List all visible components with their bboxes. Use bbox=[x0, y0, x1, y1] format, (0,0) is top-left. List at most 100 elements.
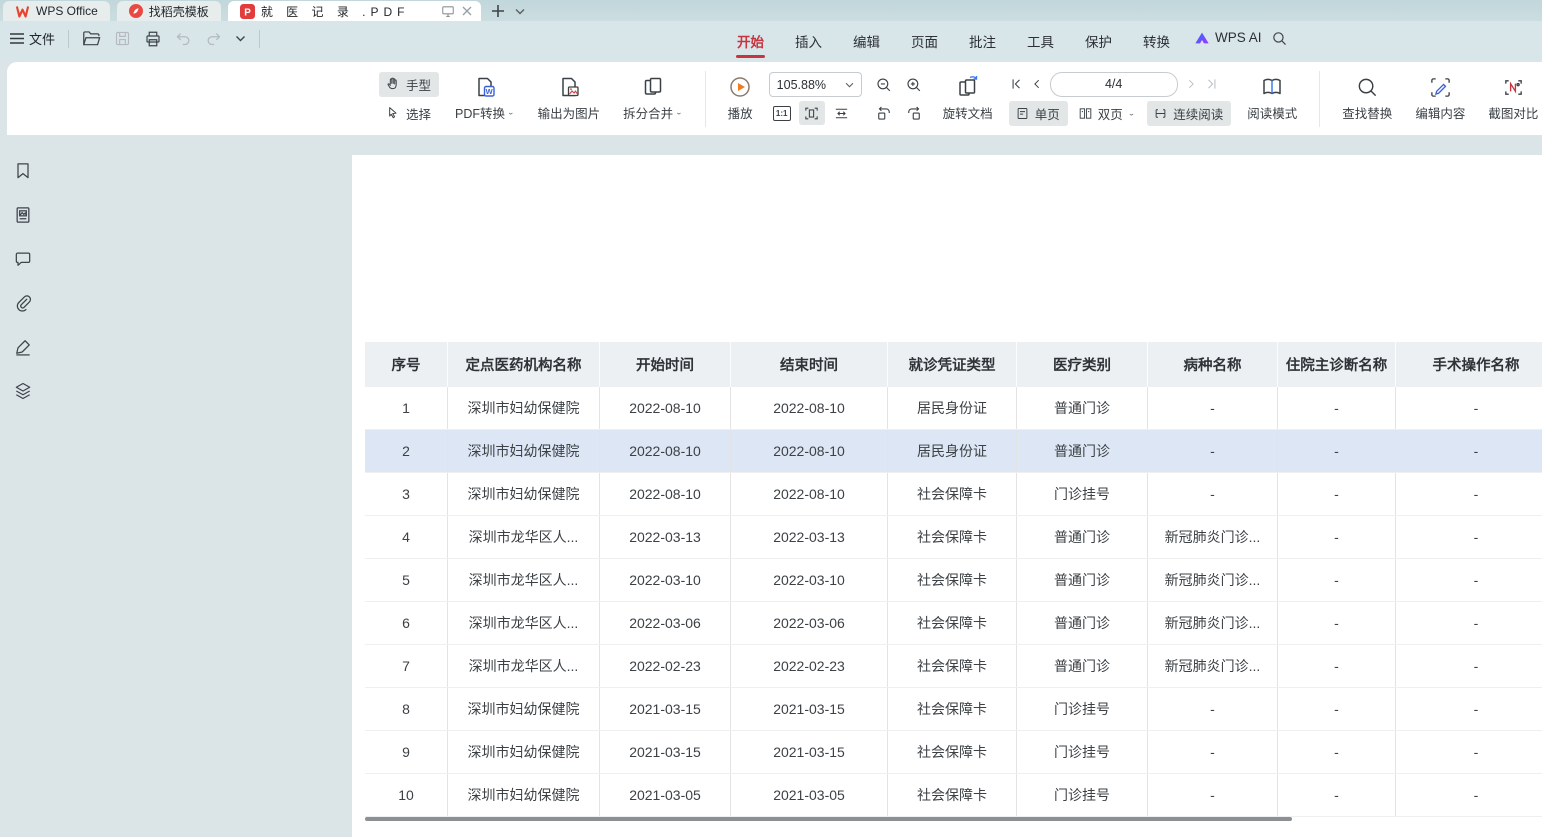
cell-start-date: 2022-08-10 bbox=[600, 387, 731, 429]
comment-icon[interactable] bbox=[11, 247, 35, 271]
thumbnails-icon[interactable] bbox=[11, 203, 35, 227]
cell-end-date: 2021-03-15 bbox=[731, 731, 888, 773]
bookmark-icon[interactable] bbox=[11, 159, 35, 183]
cell-end-date: 2022-03-10 bbox=[731, 559, 888, 601]
actual-size-button[interactable]: 1:1 bbox=[769, 101, 795, 125]
cell-institution: 深圳市妇幼保健院 bbox=[448, 387, 600, 429]
layers-icon[interactable] bbox=[11, 379, 35, 403]
rotate-left-button[interactable] bbox=[871, 101, 897, 125]
hand-tool-label: 手型 bbox=[406, 75, 431, 94]
find-replace-button[interactable]: 查找替换 bbox=[1335, 74, 1399, 124]
cell-credential-type: 居民身份证 bbox=[888, 430, 1017, 472]
cell-main-diagnosis: - bbox=[1278, 559, 1396, 601]
zoom-out-button[interactable] bbox=[871, 73, 897, 97]
tab-docer-templates[interactable]: 找稻壳模板 bbox=[117, 1, 221, 21]
file-menu-button[interactable]: 文件 bbox=[10, 29, 55, 48]
table-header-cell: 住院主诊断名称 bbox=[1278, 342, 1396, 387]
page-number-input[interactable] bbox=[1050, 72, 1178, 97]
double-page-icon bbox=[1078, 106, 1093, 121]
cell-end-date: 2022-08-10 bbox=[731, 387, 888, 429]
ribbon-tab[interactable]: 批注 bbox=[968, 28, 997, 59]
cell-disease-name: - bbox=[1148, 774, 1278, 816]
tab-list-chevron-icon[interactable] bbox=[515, 8, 525, 15]
edit-pencil-icon bbox=[1429, 76, 1452, 99]
fit-width-button[interactable] bbox=[829, 101, 855, 125]
table-header-cell: 医疗类别 bbox=[1017, 342, 1148, 387]
attachment-icon[interactable] bbox=[11, 291, 35, 315]
monitor-icon[interactable] bbox=[441, 5, 455, 18]
pdf-convert-button[interactable]: W PDF转换⌄ bbox=[448, 73, 522, 124]
table-row: 2 深圳市妇幼保健院 2022-08-10 2022-08-10 居民身份证 普… bbox=[365, 430, 1542, 473]
hand-tool-button[interactable]: 手型 bbox=[379, 72, 439, 97]
next-page-button[interactable] bbox=[1185, 77, 1198, 91]
cell-main-diagnosis: - bbox=[1278, 774, 1396, 816]
new-tab-icon[interactable] bbox=[491, 4, 505, 18]
cell-start-date: 2022-03-13 bbox=[600, 516, 731, 558]
rotate-document-button[interactable]: 旋转文档 bbox=[936, 73, 1000, 124]
double-page-label: 双页 bbox=[1098, 104, 1123, 123]
cell-disease-name: - bbox=[1148, 688, 1278, 730]
quick-access-chevron-icon[interactable] bbox=[235, 35, 246, 42]
ribbon-tab-home[interactable]: 开始 bbox=[736, 28, 765, 59]
screenshot-compare-button[interactable]: 截图对比 bbox=[1481, 74, 1542, 124]
redo-icon[interactable] bbox=[205, 31, 222, 46]
cell-credential-type: 社会保障卡 bbox=[888, 516, 1017, 558]
split-merge-button[interactable]: 拆分合并⌄ bbox=[616, 73, 690, 124]
cell-disease-name: - bbox=[1148, 387, 1278, 429]
cell-main-diagnosis: - bbox=[1278, 602, 1396, 644]
double-page-button[interactable]: 双页 ⌄ bbox=[1072, 101, 1144, 126]
tab-bar-extras bbox=[491, 1, 525, 21]
pdf-convert-icon: W bbox=[473, 75, 497, 99]
print-icon[interactable] bbox=[144, 30, 162, 48]
first-page-button[interactable] bbox=[1009, 77, 1023, 91]
select-tool-label: 选择 bbox=[406, 104, 431, 123]
zoom-level-dropdown[interactable]: 105.88% bbox=[769, 72, 862, 97]
hamburger-icon bbox=[10, 33, 24, 44]
ribbon-tab[interactable]: 编辑 bbox=[852, 28, 881, 59]
cell-main-diagnosis: - bbox=[1278, 473, 1396, 515]
zoom-in-button[interactable] bbox=[901, 73, 927, 97]
ribbon-tab[interactable]: 转换 bbox=[1142, 28, 1171, 59]
signature-icon[interactable] bbox=[11, 335, 35, 359]
cell-start-date: 2022-08-10 bbox=[600, 430, 731, 472]
export-image-button[interactable]: 输出为图片 bbox=[531, 73, 608, 124]
cell-institution: 深圳市龙华区人... bbox=[448, 516, 600, 558]
table-header-cell: 序号 bbox=[365, 342, 448, 387]
read-mode-button[interactable]: 阅读模式 bbox=[1240, 73, 1304, 124]
quick-access-toolbar: 文件 bbox=[10, 29, 260, 48]
fit-page-button[interactable] bbox=[799, 101, 825, 125]
cell-start-date: 2021-03-15 bbox=[600, 688, 731, 730]
open-file-icon[interactable] bbox=[82, 30, 101, 47]
save-icon[interactable] bbox=[114, 30, 131, 47]
tab-wps-office[interactable]: WPS Office bbox=[3, 1, 110, 21]
wps-ai-button[interactable]: WPS AI bbox=[1194, 30, 1262, 45]
last-page-button[interactable] bbox=[1205, 77, 1219, 91]
cell-medical-category: 门诊挂号 bbox=[1017, 774, 1148, 816]
select-tool-button[interactable]: 选择 bbox=[379, 101, 439, 126]
continuous-reading-button[interactable]: 连续阅读 bbox=[1147, 101, 1231, 126]
cell-index: 8 bbox=[365, 688, 448, 730]
ribbon-tab[interactable]: 插入 bbox=[794, 28, 823, 59]
rotate-right-button[interactable] bbox=[901, 101, 927, 125]
horizontal-scrollbar[interactable] bbox=[365, 817, 1292, 821]
menu-search-icon[interactable] bbox=[1271, 30, 1288, 47]
table-row: 9 深圳市妇幼保健院 2021-03-15 2021-03-15 社会保障卡 门… bbox=[365, 731, 1542, 774]
cell-disease-name: 新冠肺炎门诊... bbox=[1148, 602, 1278, 644]
menu-bar: 文件 开始 bbox=[0, 21, 1542, 62]
single-page-button[interactable]: 单页 bbox=[1009, 101, 1068, 126]
edit-content-button[interactable]: 编辑内容 bbox=[1408, 74, 1472, 124]
cell-credential-type: 社会保障卡 bbox=[888, 774, 1017, 816]
close-tab-icon[interactable] bbox=[461, 5, 473, 17]
cell-institution: 深圳市妇幼保健院 bbox=[448, 774, 600, 816]
file-menu-label: 文件 bbox=[29, 29, 55, 48]
play-button[interactable]: 播放 bbox=[721, 73, 760, 124]
cell-institution: 深圳市妇幼保健院 bbox=[448, 688, 600, 730]
undo-icon[interactable] bbox=[175, 31, 192, 46]
cell-operation-name: - bbox=[1396, 387, 1542, 429]
ribbon-tab[interactable]: 页面 bbox=[910, 28, 939, 59]
tab-document-active[interactable]: P 就 医 记 录 .PDF bbox=[228, 1, 482, 21]
export-image-label: 输出为图片 bbox=[538, 103, 601, 122]
previous-page-button[interactable] bbox=[1030, 77, 1043, 91]
ribbon-tab[interactable]: 工具 bbox=[1026, 28, 1055, 59]
ribbon-tab[interactable]: 保护 bbox=[1084, 28, 1113, 59]
